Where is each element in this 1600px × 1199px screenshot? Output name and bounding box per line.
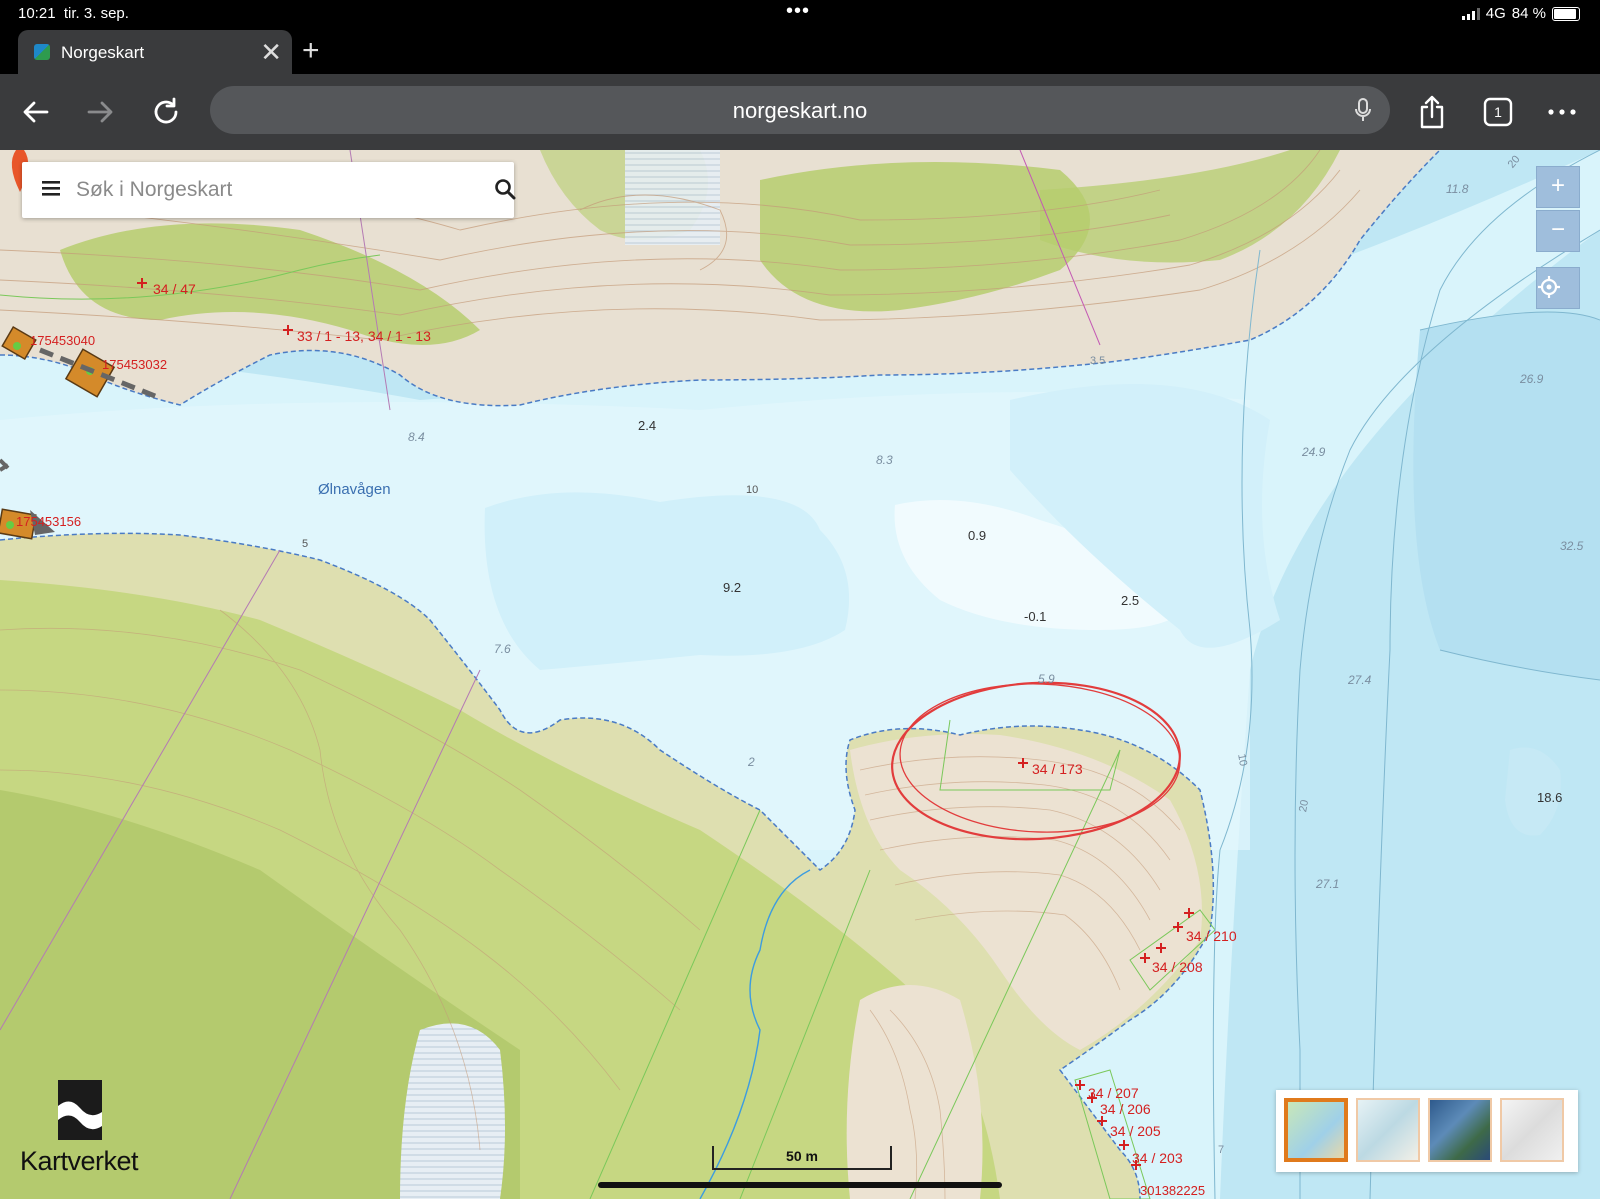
- home-indicator: [598, 1182, 1002, 1188]
- depth-label: 5.9: [1038, 672, 1055, 686]
- basemap-nautical-thumbnail[interactable]: [1356, 1098, 1420, 1162]
- favicon-icon: [34, 44, 50, 60]
- depth-label: 27.1: [1316, 877, 1340, 891]
- share-icon[interactable]: [1412, 92, 1452, 132]
- search-input[interactable]: [74, 174, 458, 206]
- kartverket-logo: Kartverket: [20, 1080, 150, 1176]
- depth-label: 7.6: [494, 642, 511, 656]
- map-canvas[interactable]: 34 / 47 33 / 1 - 13, 34 / 1 - 13 34 / 17…: [0, 150, 1600, 1199]
- depth-label: 11.8: [1446, 182, 1469, 196]
- crosshair-icon: [1538, 276, 1560, 298]
- zoom-out-button[interactable]: −: [1536, 210, 1580, 252]
- contour-label: 7: [1218, 1144, 1225, 1156]
- status-bar: 10:21 tir. 3. sep. ••• 4G 84 %: [0, 0, 1600, 28]
- parcel-label[interactable]: 34 / 47: [153, 281, 196, 297]
- depth-label: 2: [748, 755, 755, 769]
- scale-bar: 50 m: [712, 1146, 892, 1170]
- browser-toolbar: norgeskart.no 1: [0, 74, 1600, 150]
- depth-label: 0.9: [968, 528, 987, 543]
- basemap-topo-thumbnail[interactable]: [1284, 1098, 1348, 1162]
- locate-me-button[interactable]: [1536, 267, 1580, 309]
- parcel-label[interactable]: 34 / 203: [1132, 1150, 1183, 1166]
- signal-icon: [1461, 7, 1480, 20]
- back-icon[interactable]: [16, 92, 56, 132]
- contour-label: 10: [1235, 752, 1250, 768]
- battery-percent: 84 %: [1511, 5, 1546, 22]
- microphone-icon[interactable]: [1354, 98, 1372, 127]
- contour-label: 10: [746, 484, 759, 496]
- address-bar[interactable]: norgeskart.no: [210, 86, 1390, 134]
- tab-bar: Norgeskart ✕ +: [0, 28, 1600, 74]
- parcel-label[interactable]: 34 / 206: [1100, 1101, 1151, 1117]
- status-indicators: 4G 84 %: [1461, 5, 1580, 22]
- zoom-in-button[interactable]: +: [1536, 166, 1580, 208]
- parcel-label[interactable]: 33 / 1 - 13, 34 / 1 - 13: [297, 328, 431, 344]
- depth-label: 24.9: [1302, 445, 1326, 459]
- kartverket-wordmark: Kartverket: [20, 1146, 139, 1176]
- parcel-label[interactable]: 34 / 173: [1032, 761, 1083, 777]
- url-text: norgeskart.no: [732, 98, 868, 123]
- status-time: 10:21 tir. 3. sep.: [18, 5, 129, 22]
- basemap-grey-thumbnail[interactable]: [1500, 1098, 1564, 1162]
- building-label[interactable]: 175453040: [30, 333, 95, 348]
- network-label: 4G: [1485, 5, 1506, 22]
- depth-label: 8.4: [408, 430, 425, 444]
- tab-title: Norgeskart: [61, 43, 145, 62]
- scale-label: 50 m: [786, 1148, 818, 1164]
- battery-icon: [1552, 6, 1580, 21]
- more-icon[interactable]: [1542, 92, 1582, 132]
- depth-label: 9.2: [723, 580, 742, 595]
- depth-label: 26.9: [1520, 372, 1544, 386]
- new-tab-button[interactable]: +: [302, 34, 320, 68]
- depth-label: 2.4: [638, 418, 657, 433]
- multitasking-dots[interactable]: •••: [786, 0, 810, 23]
- basemap-switcher: [1276, 1090, 1578, 1172]
- forward-icon[interactable]: [80, 92, 120, 132]
- parcel-label[interactable]: 34 / 208: [1152, 959, 1203, 975]
- reload-icon[interactable]: [146, 92, 186, 132]
- building-label[interactable]: 301382225: [1140, 1183, 1205, 1198]
- building-label[interactable]: 175453032: [102, 357, 167, 372]
- parcel-label[interactable]: 34 / 207: [1088, 1085, 1139, 1101]
- map-search-box: [22, 162, 516, 218]
- kartverket-mark-icon: [58, 1080, 102, 1140]
- place-name-label[interactable]: Ølnavågen: [318, 481, 391, 498]
- tabs-overview-button[interactable]: 1: [1478, 92, 1518, 132]
- depth-label: 27.4: [1348, 673, 1372, 687]
- tab-count: 1: [1494, 104, 1502, 120]
- close-tab-icon[interactable]: ✕: [260, 36, 282, 68]
- depth-label: 2.5: [1121, 593, 1140, 608]
- depth-label: 32.5: [1560, 539, 1584, 553]
- building-label[interactable]: 175453156: [16, 514, 81, 529]
- parcel-label[interactable]: 34 / 210: [1186, 928, 1237, 944]
- contour-label: 3.5: [1090, 355, 1106, 367]
- contour-label: 5: [302, 538, 309, 550]
- contour-label: 20: [1297, 798, 1312, 814]
- depth-label: -0.1: [1024, 609, 1047, 624]
- parcel-label[interactable]: 34 / 205: [1110, 1123, 1161, 1139]
- depth-label: 8.3: [876, 453, 893, 467]
- basemap-aerial-thumbnail[interactable]: [1428, 1098, 1492, 1162]
- depth-label: 18.6: [1537, 790, 1563, 805]
- tab-norgeskart[interactable]: Norgeskart ✕: [18, 30, 292, 74]
